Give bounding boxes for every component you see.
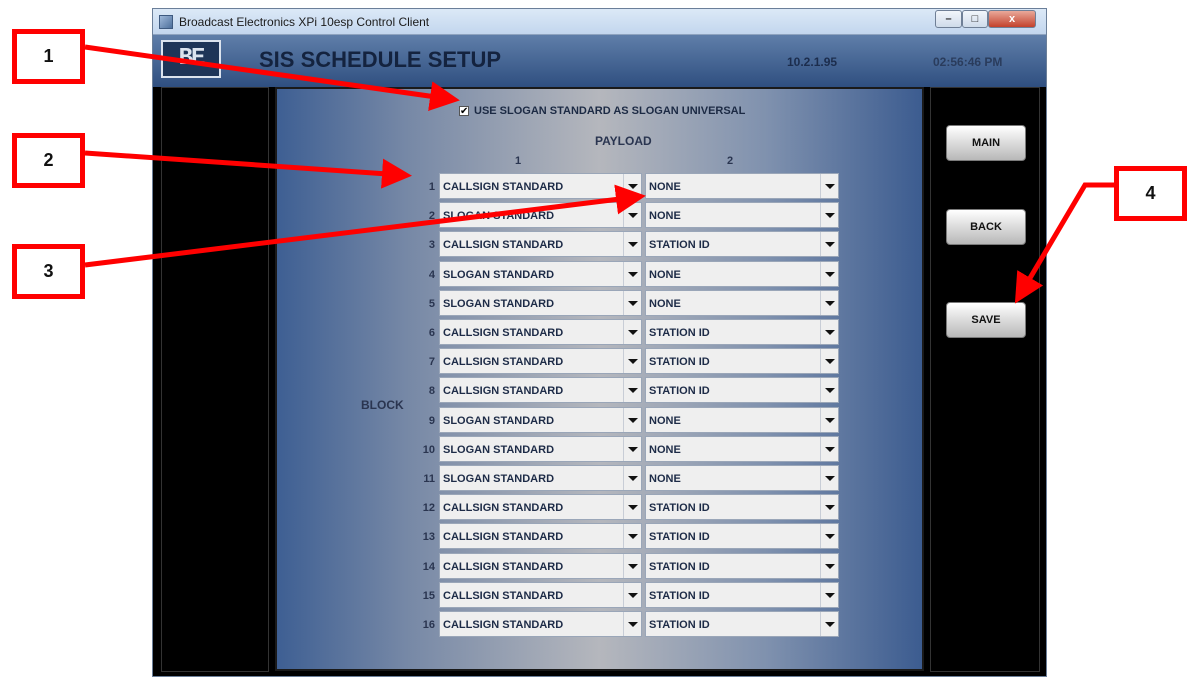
arrow-2 — [84, 150, 412, 189]
arrow-4 — [1014, 182, 1114, 304]
annotation-arrows — [84, 44, 1114, 304]
arrow-3 — [84, 184, 646, 268]
arrow-1 — [84, 44, 460, 112]
